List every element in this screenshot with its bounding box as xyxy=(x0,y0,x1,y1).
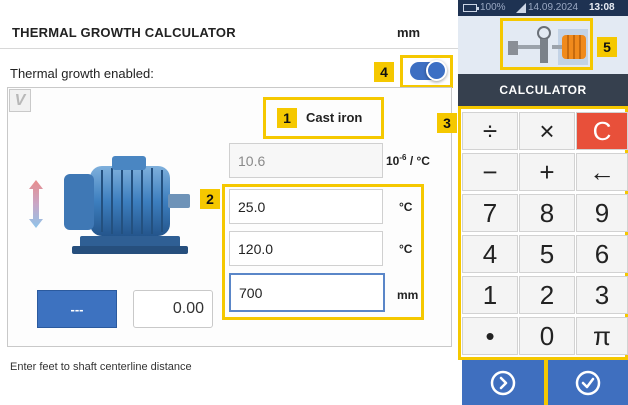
key-5[interactable]: 5 xyxy=(519,235,575,273)
callout-badge-2: 2 xyxy=(200,189,220,209)
page-title: THERMAL GROWTH CALCULATOR xyxy=(12,25,236,40)
callout-badge-3: 3 xyxy=(437,113,457,133)
key-2[interactable]: 2 xyxy=(519,276,575,314)
signal-icon xyxy=(516,3,526,13)
centerline-distance-field[interactable]: 700 xyxy=(229,273,385,312)
key-9[interactable]: 9 xyxy=(576,194,628,232)
status-time: 13:08 xyxy=(589,2,615,13)
coefficient-field[interactable]: 10.6 xyxy=(229,143,383,178)
toggle-knob xyxy=(426,60,447,81)
key-0[interactable]: 0 xyxy=(519,317,575,355)
key-4[interactable]: 4 xyxy=(462,235,518,273)
callout-badge-1: 1 xyxy=(277,108,297,128)
end-temperature-field[interactable]: 120.0 xyxy=(229,231,383,266)
key-divide[interactable]: ÷ xyxy=(462,112,518,150)
key-plus[interactable]: + xyxy=(519,153,575,191)
start-temperature-field[interactable]: 25.0 xyxy=(229,189,383,224)
battery-level: 100% xyxy=(480,2,506,13)
key-clear[interactable]: C xyxy=(576,112,628,150)
key-minus[interactable]: − xyxy=(462,153,518,191)
calculator-title: CALCULATOR xyxy=(458,74,628,106)
battery-icon xyxy=(463,4,479,12)
key-3[interactable]: 3 xyxy=(576,276,628,314)
motor-image xyxy=(64,156,190,254)
status-bar: 100% 14.09.2024 13:08 xyxy=(458,0,628,16)
callout-badge-4: 4 xyxy=(374,62,394,82)
key-backspace[interactable]: ← xyxy=(576,153,628,191)
material-selector[interactable]: Cast iron xyxy=(306,110,362,125)
thermal-growth-toggle[interactable] xyxy=(410,60,447,81)
key-multiply[interactable]: × xyxy=(519,112,575,150)
key-pi[interactable]: π xyxy=(576,317,628,355)
next-button[interactable] xyxy=(462,360,544,405)
key-6[interactable]: 6 xyxy=(576,235,628,273)
callout-badge-5: 5 xyxy=(597,37,617,57)
end-temperature-unit: °C xyxy=(399,242,413,256)
result-dash-button[interactable]: --- xyxy=(37,290,117,328)
view-badge[interactable]: V xyxy=(9,89,31,112)
header-divider xyxy=(0,48,458,49)
chevron-right-circle-icon xyxy=(490,370,516,395)
checkmark-circle-icon xyxy=(575,370,601,395)
hint-text: Enter feet to shaft centerline distance xyxy=(10,361,192,373)
key-decimal[interactable]: • xyxy=(462,317,518,355)
coefficient-unit-label: 10-6 / °C xyxy=(386,153,430,168)
key-7[interactable]: 7 xyxy=(462,194,518,232)
start-temperature-unit: °C xyxy=(399,200,413,214)
up-down-arrow-icon xyxy=(29,180,43,228)
unit-label: mm xyxy=(397,25,421,40)
key-1[interactable]: 1 xyxy=(462,276,518,314)
callout-frame-5 xyxy=(500,18,593,70)
key-8[interactable]: 8 xyxy=(519,194,575,232)
status-date: 14.09.2024 xyxy=(528,2,579,13)
thermal-growth-enabled-label: Thermal growth enabled: xyxy=(10,66,154,81)
confirm-button[interactable] xyxy=(548,360,628,405)
thermal-growth-result: 0.00 xyxy=(133,290,213,328)
centerline-distance-unit: mm xyxy=(397,288,419,302)
